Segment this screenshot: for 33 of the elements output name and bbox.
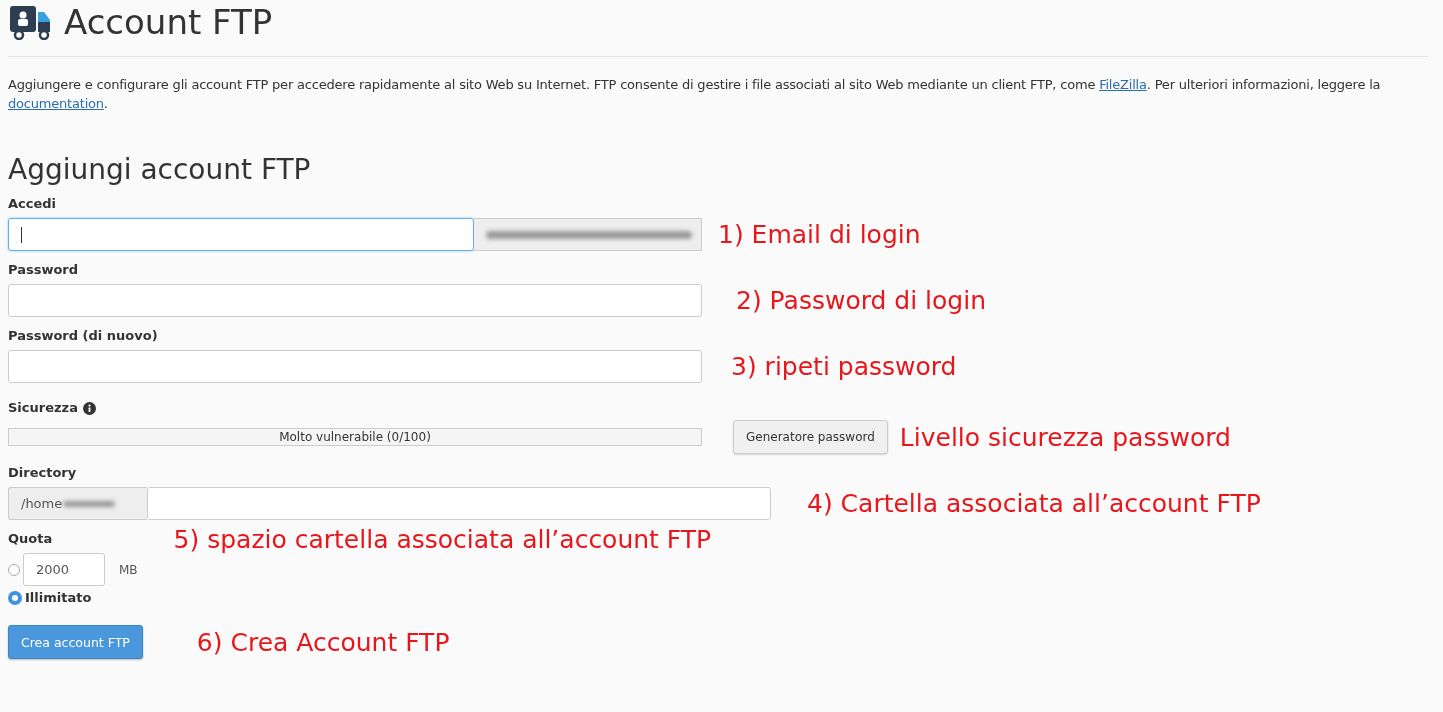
- redaction-drawing: [63, 500, 116, 507]
- field-label: Accedi: [8, 196, 57, 212]
- field-label: Password: [8, 262, 79, 278]
- path-prefix: /home: [21, 496, 63, 511]
- annotation: 4) Cartella associata all’account FTP: [807, 489, 1261, 518]
- annotation: 2) Password di login: [736, 286, 986, 315]
- login-input[interactable]: [8, 218, 474, 251]
- link[interactable]: documentation: [8, 96, 104, 111]
- radio-button[interactable]: [8, 563, 20, 576]
- annotation: 6) Crea Account FTP: [196, 627, 450, 657]
- password-input[interactable]: [8, 284, 702, 317]
- info-icon[interactable]: [82, 401, 96, 415]
- quota-input[interactable]: 2000: [23, 553, 105, 586]
- password-input[interactable]: [8, 350, 702, 383]
- link[interactable]: FileZilla: [1099, 77, 1147, 92]
- field-label: Quota: [8, 531, 53, 547]
- description-text: Aggiungere e configurare gli account FTP per accedere rapidamente al sito Web su Internet. FTP consente di gestire i file associati al sito Web mediante un client FTP, come FileZilla. Per ulteriori informazioni, leggere la documentation.: [8, 76, 1382, 113]
- field-label: Password (di nuovo): [8, 328, 158, 344]
- create-button[interactable]: Crea account FTP: [8, 625, 143, 659]
- directory-input[interactable]: [147, 487, 771, 520]
- annotation: 5) spazio cartella associata all’account FTP: [173, 525, 712, 554]
- radio-button[interactable]: [8, 590, 22, 605]
- annotation: Livello sicurezza password: [899, 422, 1231, 452]
- annotation: 1) Email di login: [718, 220, 921, 249]
- page-title: Account FTP: [64, 2, 273, 42]
- field-label: Directory: [8, 465, 77, 481]
- generator-button[interactable]: Generatore password: [733, 420, 888, 454]
- unit-label: MB: [119, 562, 138, 577]
- field-label: Sicurezza: [8, 400, 78, 416]
- section-title: Aggiungi account FTP: [8, 155, 312, 185]
- strength-reading: Molto vulnerabile (0/100): [279, 430, 431, 444]
- annotation: 3) ripeti password: [731, 352, 957, 381]
- radio-label: Illimitato: [25, 590, 92, 605]
